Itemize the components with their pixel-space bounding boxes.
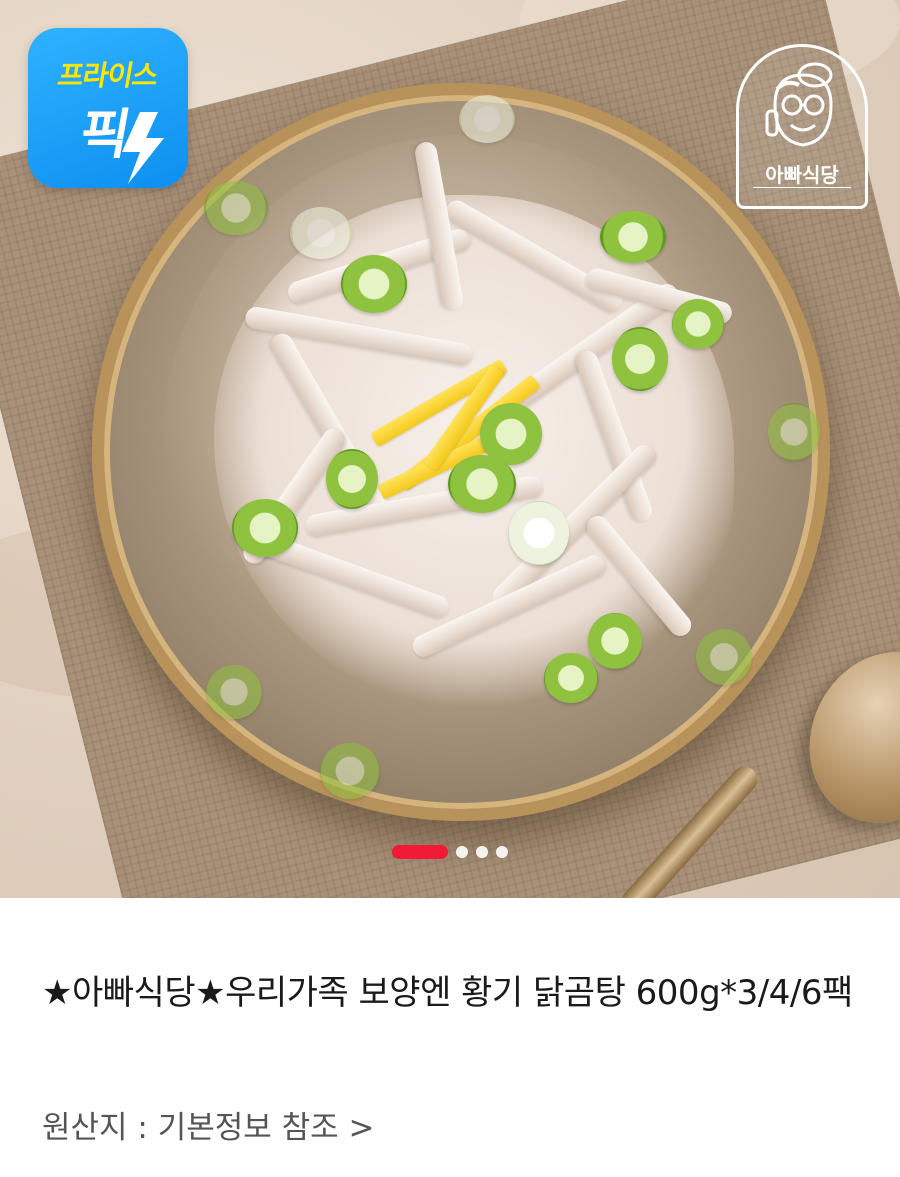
pagination-dot-1[interactable] bbox=[392, 845, 448, 859]
brand-name-text: 아빠식당 bbox=[765, 163, 839, 187]
badge-text-top: 프라이스 bbox=[55, 59, 161, 92]
chef-character-icon bbox=[765, 62, 833, 147]
price-pick-badge: 프라이스 픽 bbox=[28, 28, 188, 188]
pagination-dot-4[interactable] bbox=[496, 846, 508, 858]
product-title: ★아빠식당★우리가족 보양엔 황기 닭곰탕 600g*3/4/6팩 bbox=[42, 973, 853, 1013]
soup-bowl bbox=[92, 83, 830, 821]
pagination-dot-2[interactable] bbox=[456, 846, 468, 858]
origin-info-link[interactable]: 원산지 : 기본정보 참조 > bbox=[42, 1108, 742, 1148]
green-onion-garnish bbox=[341, 255, 407, 313]
carousel-pagination[interactable] bbox=[0, 842, 900, 862]
brand-subtext bbox=[753, 187, 851, 190]
product-image-carousel[interactable]: 프라이스 픽 아빠식당 bbox=[0, 0, 900, 898]
brand-logo-badge: 아빠식당 bbox=[736, 44, 868, 209]
pagination-dot-3[interactable] bbox=[476, 846, 488, 858]
lightning-bolt-icon bbox=[122, 112, 164, 184]
product-info-section: ★아빠식당★우리가족 보양엔 황기 닭곰탕 600g*3/4/6팩 원산지 : … bbox=[0, 898, 900, 1177]
